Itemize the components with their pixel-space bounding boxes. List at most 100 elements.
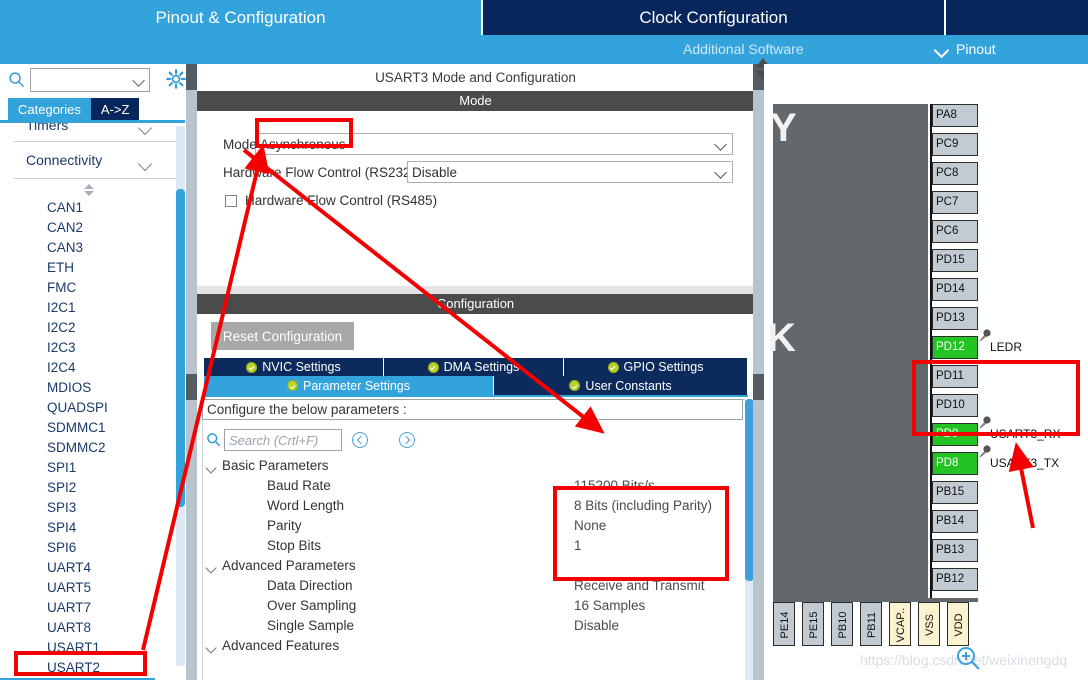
chip-pin-pd8[interactable]: PD8	[932, 452, 978, 475]
sidebar-item-sdmmc2[interactable]: SDMMC2	[0, 438, 190, 458]
zoom-in-icon[interactable]	[955, 645, 981, 671]
sidebar-tab-a-to-z[interactable]: A->Z	[90, 98, 140, 120]
chip-pin-label-pd8: USART3_TX	[990, 456, 1059, 470]
sidebar-item-uart4[interactable]: UART4	[0, 558, 190, 578]
sidebar-item-can3[interactable]: CAN3	[0, 238, 190, 258]
sidebar-item-can1[interactable]: CAN1	[0, 198, 190, 218]
sidebar-item-spi3[interactable]: SPI3	[0, 498, 190, 518]
param-row[interactable]: Single Sample Disable	[202, 618, 743, 638]
chip-pin-pc6[interactable]: PC6	[932, 220, 978, 243]
chip-bottom-pin-pe15[interactable]: PE15	[802, 602, 824, 646]
sidebar-item-uart7[interactable]: UART7	[0, 598, 190, 618]
sidebar-group-timers[interactable]: Timers	[0, 123, 190, 138]
right-splitter[interactable]	[753, 64, 764, 680]
annotation-box-usart3-pins	[912, 360, 1080, 436]
tab-additional-software[interactable]: Additional Software	[683, 41, 804, 57]
sidebar-item-i2c4[interactable]: I2C4	[0, 358, 190, 378]
chip-pin-pb14[interactable]: PB14	[932, 510, 978, 533]
left-splitter[interactable]	[186, 64, 197, 680]
tab-nvic-settings[interactable]: NVIC Settings	[204, 358, 384, 376]
chip-body[interactable]: Y K	[767, 104, 928, 598]
divider	[14, 178, 176, 179]
tab-pinout[interactable]: Pinout	[936, 41, 996, 57]
config-tab-row-2: Parameter Settings User Constants	[204, 376, 748, 395]
chip-pin-pb13[interactable]: PB13	[932, 539, 978, 562]
chip-bottom-pin-pb11[interactable]: PB11	[860, 602, 882, 646]
chip-pin-pa8[interactable]: PA8	[932, 104, 978, 127]
configuration-panel: USART3 Mode and Configuration Mode Mode …	[197, 64, 755, 680]
chip-bottom-pin-vdd[interactable]: VDD	[947, 602, 969, 646]
sidebar-item-spi2[interactable]: SPI2	[0, 478, 190, 498]
sidebar-item-i2c3[interactable]: I2C3	[0, 338, 190, 358]
tab-user-constants[interactable]: User Constants	[494, 376, 748, 395]
param-row[interactable]: Over Sampling 16 Samples	[202, 598, 743, 618]
chip-bottom-pin-name: PB11	[866, 611, 878, 639]
chip-pin-pb15[interactable]: PB15	[932, 481, 978, 504]
configuration-section-band: Configuration	[197, 294, 754, 314]
chip-pin-pc9[interactable]: PC9	[932, 133, 978, 156]
sidebar-scrollbar-thumb[interactable]	[176, 189, 185, 507]
tab-clock-configuration[interactable]: Clock Configuration	[481, 0, 944, 35]
param-search-row: Search (Crtl+F)	[202, 428, 743, 454]
chip-bottom-pin-vss[interactable]: VSS	[918, 602, 940, 646]
gear-icon[interactable]	[166, 69, 186, 89]
tab-extra[interactable]	[944, 0, 1088, 35]
sidebar-item-uart5[interactable]: UART5	[0, 578, 190, 598]
chip-pin-name: PD8	[936, 457, 959, 469]
param-group-basic-parameters[interactable]: Basic Parameters	[202, 458, 743, 478]
chip-pin-name: PC9	[936, 138, 959, 150]
hw-flow-rs485-label: Hardware Flow Control (RS485)	[245, 193, 438, 208]
sidebar-item-i2c2[interactable]: I2C2	[0, 318, 190, 338]
sidebar-item-eth[interactable]: ETH	[0, 258, 190, 278]
tab-dma-settings[interactable]: DMA Settings	[384, 358, 564, 376]
sidebar-item-label: SPI2	[47, 480, 77, 495]
chip-bottom-pin-name: VDD	[953, 613, 965, 637]
param-group-advanced-features[interactable]: Advanced Features	[202, 638, 743, 658]
chip-letter-1: Y	[770, 106, 797, 150]
chevron-right-circle-icon[interactable]	[399, 432, 415, 448]
sidebar-item-label: SPI6	[47, 540, 77, 555]
chip-pin-pd15[interactable]: PD15	[932, 249, 978, 272]
chip-pin-pb12[interactable]: PB12	[932, 568, 978, 591]
chip-pin-pd12[interactable]: PD12	[932, 336, 978, 359]
param-value: Disable	[574, 618, 620, 633]
sidebar-item-spi1[interactable]: SPI1	[0, 458, 190, 478]
param-row[interactable]: Data Direction Receive and Transmit	[202, 578, 743, 598]
chip-bottom-pin-name: PB10	[837, 611, 849, 639]
hw-flow-rs485-checkbox-row[interactable]: Hardware Flow Control (RS485)	[225, 193, 437, 208]
sidebar-item-spi4[interactable]: SPI4	[0, 518, 190, 538]
tab-parameter-settings[interactable]: Parameter Settings	[204, 376, 494, 395]
search-input[interactable]	[30, 68, 150, 92]
chip-pin-pc8[interactable]: PC8	[932, 162, 978, 185]
tab-label: DMA Settings	[443, 360, 520, 374]
chip-pin-pd13[interactable]: PD13	[932, 307, 978, 330]
tab-pinout-configuration[interactable]: Pinout & Configuration	[0, 0, 481, 35]
sidebar-item-label: SDMMC2	[47, 440, 106, 455]
sidebar-group-connectivity[interactable]: Connectivity	[0, 145, 190, 175]
sidebar-item-can2[interactable]: CAN2	[0, 218, 190, 238]
sidebar-item-fmc[interactable]: FMC	[0, 278, 190, 298]
chip-bottom-pin-vcap[interactable]: VCAP..	[889, 602, 911, 646]
list-scroll-spinner-icon[interactable]	[0, 182, 190, 198]
sidebar-item-mdios[interactable]: MDIOS	[0, 378, 190, 398]
sidebar-item-i2c1[interactable]: I2C1	[0, 298, 190, 318]
sidebar-tab-categories[interactable]: Categories	[8, 98, 91, 120]
peripheral-list[interactable]: Timers Connectivity CAN1 CAN2 CAN3 ETH FMC I2…	[0, 123, 190, 680]
tab-pinout-configuration-label: Pinout & Configuration	[155, 7, 326, 27]
hw-flow-rs232-select[interactable]: Disable	[407, 161, 733, 183]
sidebar-item-sdmmc1[interactable]: SDMMC1	[0, 418, 190, 438]
chip-bottom-pin-pe14[interactable]: PE14	[773, 602, 795, 646]
sidebar-item-quadspi[interactable]: QUADSPI	[0, 398, 190, 418]
chip-pin-pd14[interactable]: PD14	[932, 278, 978, 301]
chip-bottom-pin-pb10[interactable]: PB10	[831, 602, 853, 646]
sidebar-item-spi6[interactable]: SPI6	[0, 538, 190, 558]
check-circle-icon	[569, 380, 581, 391]
chevron-left-circle-icon[interactable]	[352, 432, 368, 448]
chip-pin-pc7[interactable]: PC7	[932, 191, 978, 214]
chip-pin-name: PB15	[936, 486, 965, 498]
hw-flow-rs485-checkbox[interactable]	[225, 194, 237, 207]
param-search-input[interactable]: Search (Crtl+F)	[224, 429, 342, 451]
reset-configuration-button[interactable]: Reset Configuration	[211, 322, 354, 350]
sidebar-item-uart8[interactable]: UART8	[0, 618, 190, 638]
tab-gpio-settings[interactable]: GPIO Settings	[564, 358, 748, 376]
